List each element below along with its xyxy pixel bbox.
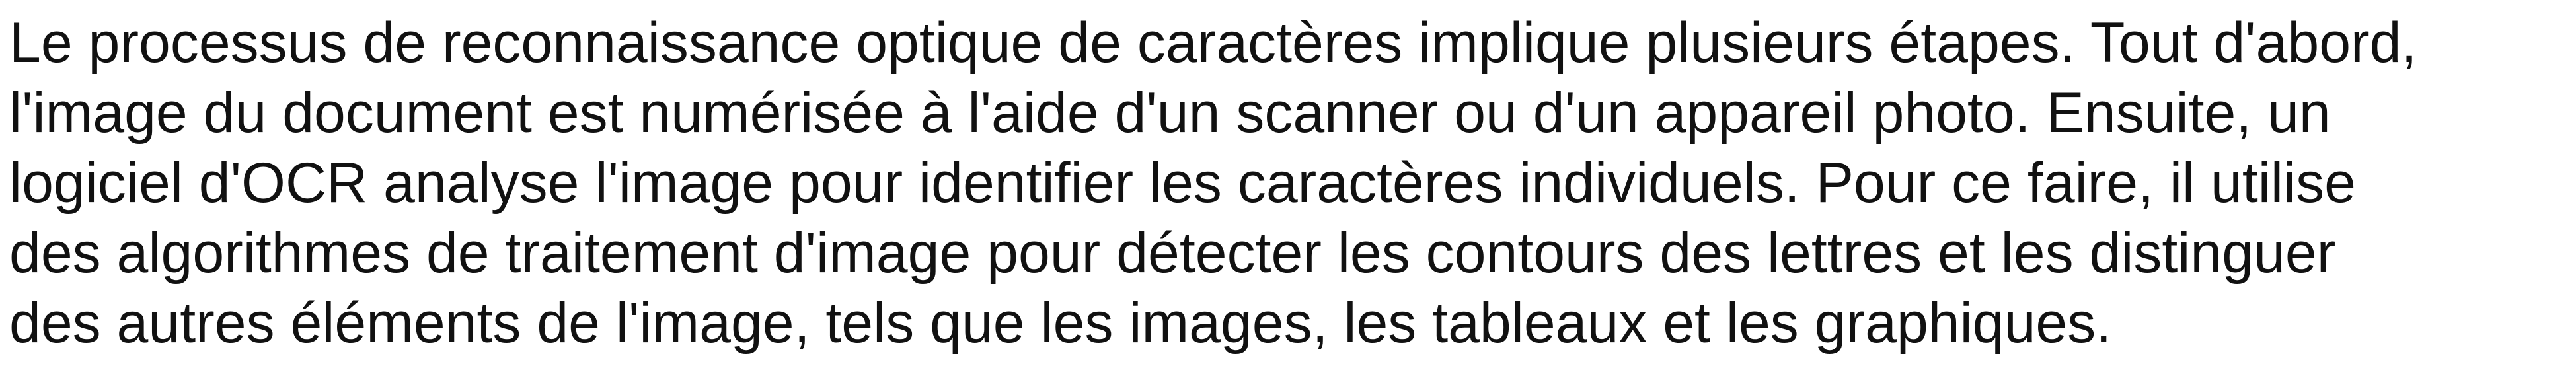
ocr-paragraph: Le processus de reconnaissance optique d… xyxy=(9,8,2576,358)
paragraph-line-3: logiciel d'OCR analyse l'image pour iden… xyxy=(9,151,2356,215)
document-page: Le processus de reconnaissance optique d… xyxy=(0,0,2576,366)
paragraph-line-4: des algorithmes de traitement d'image po… xyxy=(9,221,2336,285)
paragraph-line-1: Le processus de reconnaissance optique d… xyxy=(9,11,2417,75)
paragraph-line-2: l'image du document est numérisée à l'ai… xyxy=(9,81,2331,145)
paragraph-line-5: des autres éléments de l'image, tels que… xyxy=(9,291,2112,355)
